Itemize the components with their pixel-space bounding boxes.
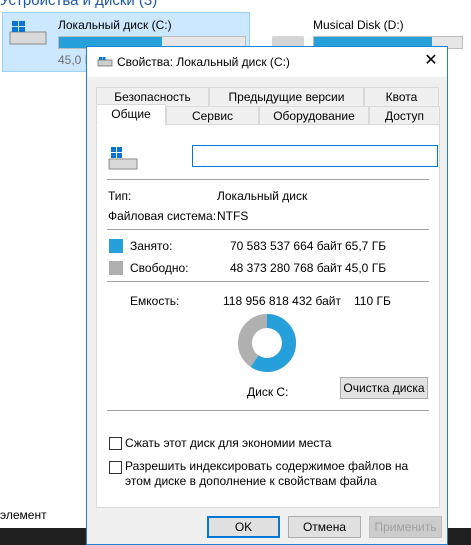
close-icon[interactable]: ✕ <box>423 53 439 69</box>
cancel-button[interactable]: Отмена <box>288 516 361 538</box>
tab-previous-versions[interactable]: Предыдущие версии <box>209 87 364 107</box>
used-color-swatch <box>109 239 123 253</box>
general-tab-panel: Тип: Локальный диск Файловая система: NT… <box>96 124 440 508</box>
usage-donut-chart <box>238 314 296 372</box>
tab-quota[interactable]: Квота <box>364 87 439 107</box>
used-size: 65,7 ГБ <box>345 239 387 253</box>
type-value: Локальный диск <box>217 189 308 203</box>
compress-checkbox[interactable] <box>109 437 122 450</box>
compress-label[interactable]: Сжать этот диск для экономии места <box>125 436 435 451</box>
free-color-swatch <box>109 261 123 275</box>
index-checkbox[interactable] <box>109 461 122 474</box>
properties-dialog: Свойства: Локальный диск (C:) ✕ Безопасн… <box>86 46 448 545</box>
dialog-title: Свойства: Локальный диск (C:) <box>117 55 290 69</box>
drive-d-name[interactable]: Musical Disk (D:) <box>313 18 404 32</box>
disk-cleanup-button[interactable]: Очистка диска <box>340 377 428 399</box>
status-bar-text: элемент <box>0 508 47 522</box>
index-label[interactable]: Разрешить индексировать содержимое файло… <box>125 459 435 489</box>
free-size: 45,0 ГБ <box>345 261 387 275</box>
apply-button[interactable]: Применить <box>369 516 442 538</box>
capacity-size: 110 ГБ <box>354 294 391 308</box>
free-bytes: 48 373 280 768 байт <box>230 261 343 275</box>
drive-icon <box>97 57 113 67</box>
drive-c-icon <box>9 21 47 45</box>
capacity-label: Емкость: <box>130 294 180 308</box>
tab-hardware[interactable]: Оборудование <box>259 106 369 126</box>
separator <box>107 179 429 180</box>
separator <box>107 281 429 282</box>
separator <box>107 410 429 411</box>
dialog-titlebar[interactable]: Свойства: Локальный диск (C:) ✕ <box>87 47 447 77</box>
volume-name-input[interactable] <box>192 145 438 167</box>
used-bytes: 70 583 537 664 байт <box>230 239 343 253</box>
separator <box>107 229 429 230</box>
type-label: Тип: <box>108 189 132 203</box>
tab-sharing[interactable]: Доступ <box>369 106 440 126</box>
used-label: Занято: <box>130 239 173 253</box>
capacity-bytes: 118 956 818 432 байт <box>223 294 342 308</box>
ok-button[interactable]: OK <box>207 516 280 538</box>
drive-c-name: Локальный диск (C:) <box>58 18 172 32</box>
file-system-label: Файловая система: <box>108 209 217 223</box>
free-label: Свободно: <box>130 261 189 275</box>
tab-general[interactable]: Общие <box>96 104 166 126</box>
drive-caption: Диск C: <box>247 385 289 399</box>
drive-icon <box>108 147 138 170</box>
section-title: Устройства и диски (3) <box>0 0 158 9</box>
file-system-value: NTFS <box>217 209 249 223</box>
tab-service[interactable]: Сервис <box>166 106 259 126</box>
